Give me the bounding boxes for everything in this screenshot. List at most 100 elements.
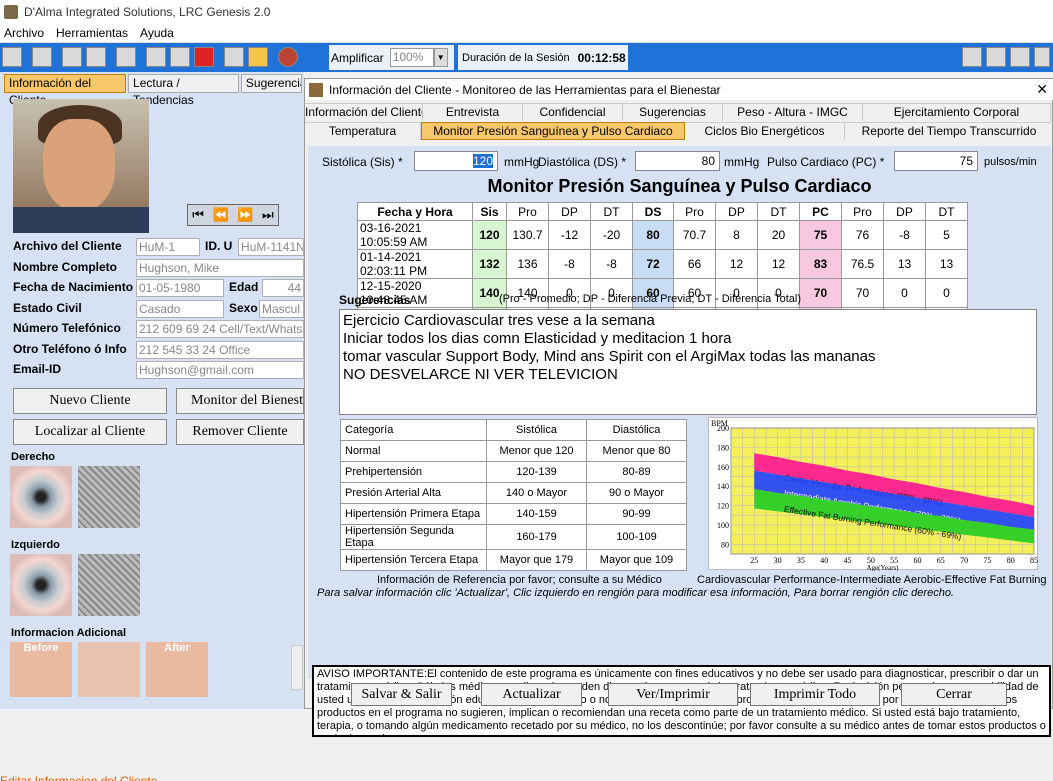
cell: 66: [673, 249, 716, 279]
tab-confidential[interactable]: Confidencial: [523, 103, 623, 121]
marital-status-field[interactable]: Casado: [136, 300, 224, 318]
ds-unit: mmHg: [724, 155, 760, 169]
paste-icon[interactable]: [194, 47, 214, 67]
field-label: Estado Civil: [13, 301, 82, 315]
before-label: Before: [23, 642, 59, 654]
left-skin-image[interactable]: [78, 554, 140, 616]
client-file-field[interactable]: HuM-1: [136, 238, 200, 256]
cell: 136: [506, 249, 549, 279]
tab-client-info[interactable]: Información del Cliente: [4, 74, 127, 107]
tab-client-info[interactable]: Información del Cliente: [305, 103, 423, 121]
new-client-button[interactable]: Nuevo Cliente: [13, 388, 167, 414]
cell: 132: [472, 249, 507, 279]
menu-ayuda[interactable]: Ayuda: [140, 26, 174, 40]
save-hint: Para salvar información clic 'Actualizar…: [317, 587, 954, 599]
close-button[interactable]: Cerrar: [901, 683, 1007, 706]
tool-icon[interactable]: [986, 47, 1006, 67]
tool-icon[interactable]: [86, 47, 106, 67]
update-button[interactable]: Actualizar: [481, 683, 582, 706]
cell: 80: [632, 220, 674, 250]
y-tick-label: 120: [717, 502, 729, 511]
table-row[interactable]: 01-14-2021 02:03:11 PM 132 136 -8 -8 72 …: [357, 249, 968, 279]
tab-exercise[interactable]: Ejercitamiento Corporal: [863, 103, 1051, 121]
tab-weight-height[interactable]: Peso - Altura - IMGC: [723, 103, 863, 121]
ref-cell: 90-99: [586, 503, 687, 525]
save-exit-button[interactable]: Salvar & Salir: [351, 683, 452, 706]
remove-client-button[interactable]: Remover Cliente: [176, 419, 304, 445]
session-label: Duración de la Sesión: [462, 51, 570, 64]
app-icon: [4, 4, 18, 19]
email-field[interactable]: Hughson@gmail.com: [136, 361, 304, 379]
tool-icon[interactable]: [224, 47, 244, 67]
folder-icon[interactable]: [248, 47, 268, 67]
print-all-button[interactable]: Imprimir Todo: [750, 683, 880, 706]
right-iris-image[interactable]: [10, 466, 72, 528]
view-print-button[interactable]: Ver/Imprimir: [608, 683, 738, 706]
cell: 75: [799, 220, 842, 250]
cell: 13: [883, 249, 926, 279]
suggestions-textarea[interactable]: Ejercicio Cardiovascular tres vese a la …: [339, 309, 1037, 415]
tab-elapsed-report[interactable]: Reporte del Tiempo Transcurrido: [845, 122, 1053, 140]
cut-icon[interactable]: [146, 47, 166, 67]
left-iris-image[interactable]: [10, 554, 72, 616]
record-icon[interactable]: [278, 47, 298, 67]
cell: 76.5: [841, 249, 884, 279]
tool-icon[interactable]: [2, 47, 22, 67]
tab-interview[interactable]: Entrevista: [423, 103, 523, 121]
tab-temperature[interactable]: Temperatura: [305, 122, 421, 140]
x-tick-label: 70: [960, 556, 968, 565]
nail-before-image[interactable]: Before: [10, 642, 72, 697]
record-navigator[interactable]: ⏮ ⏪ ⏩ ⏭: [187, 204, 279, 226]
find-client-button[interactable]: Localizar al Cliente: [13, 419, 167, 445]
nail-after-image[interactable]: After: [146, 642, 208, 697]
pulse-input[interactable]: 75: [894, 151, 978, 171]
copy-icon[interactable]: [170, 47, 190, 67]
x-axis-label: Age(Years): [867, 564, 900, 571]
field-label: Archivo del Cliente: [13, 239, 122, 253]
tab-blood-pressure[interactable]: Monitor Presión Sanguínea y Pulso Cardia…: [421, 122, 685, 140]
tab-suggestions[interactable]: Sugerencias: [623, 103, 723, 121]
tool-icon[interactable]: [32, 47, 52, 67]
nail-image[interactable]: [78, 642, 140, 697]
prev-record-icon[interactable]: ⏪: [213, 207, 229, 223]
birthdate-field[interactable]: 01-05-1980: [136, 279, 224, 297]
field-label: Fecha de Nacimiento: [13, 280, 134, 294]
chevron-down-icon[interactable]: ▼: [433, 48, 448, 67]
tool-icon[interactable]: [62, 47, 82, 67]
diastolic-input[interactable]: 80: [635, 151, 720, 171]
menu-archivo[interactable]: Archivo: [4, 26, 44, 40]
tool-icon[interactable]: [1010, 47, 1030, 67]
tab-suggestions[interactable]: Sugerencias: [240, 74, 302, 93]
scrollbar[interactable]: [291, 645, 303, 690]
right-skin-image[interactable]: [78, 466, 140, 528]
tab-readings[interactable]: Lectura / Tendencias: [128, 74, 239, 107]
ref-cell: Hipertensión Tercera Etapa: [340, 549, 487, 571]
zoom-select[interactable]: 100%: [389, 48, 434, 67]
close-icon[interactable]: ✕: [1036, 81, 1048, 98]
tool-icon[interactable]: [962, 47, 982, 67]
col-header: DT: [757, 202, 800, 221]
table-row[interactable]: 03-16-2021 10:05:59 AM 120 130.7 -12 -20…: [357, 220, 968, 250]
first-record-icon[interactable]: ⏮: [192, 207, 204, 223]
systolic-input[interactable]: 120: [414, 151, 498, 171]
sex-field[interactable]: Mascul: [259, 300, 304, 318]
wellness-monitor-button[interactable]: Monitor del Bienestar: [176, 388, 304, 414]
next-record-icon[interactable]: ⏩: [237, 207, 253, 223]
reference-caption: Información de Referencia por favor; con…: [377, 574, 662, 586]
toolbar: Amplificar 100% ▼ Duración de la Sesión …: [0, 43, 1053, 72]
menu-herramientas[interactable]: Herramientas: [56, 26, 128, 40]
other-phone-field[interactable]: 212 545 33 24 Office: [136, 341, 304, 359]
tab-bio-cycles[interactable]: Ciclos Bio Energéticos: [685, 122, 845, 140]
last-record-icon[interactable]: ⏭: [262, 207, 274, 223]
col-header: DT: [925, 202, 968, 221]
full-name-field[interactable]: Hughson, Mike: [136, 259, 304, 277]
age-field[interactable]: 44: [262, 279, 304, 297]
tool-icon[interactable]: [1034, 47, 1050, 67]
col-header: Pro: [673, 202, 716, 221]
ref-cell: Prehipertensión: [340, 461, 487, 483]
tool-icon[interactable]: [116, 47, 136, 67]
phone-field[interactable]: 212 609 69 24 Cell/Text/Whats: [136, 320, 304, 338]
uid-field[interactable]: HuM-1141N: [238, 238, 304, 256]
col-header: PC: [799, 202, 842, 221]
status-text: Editar Informacion del Cliente: [0, 774, 158, 781]
